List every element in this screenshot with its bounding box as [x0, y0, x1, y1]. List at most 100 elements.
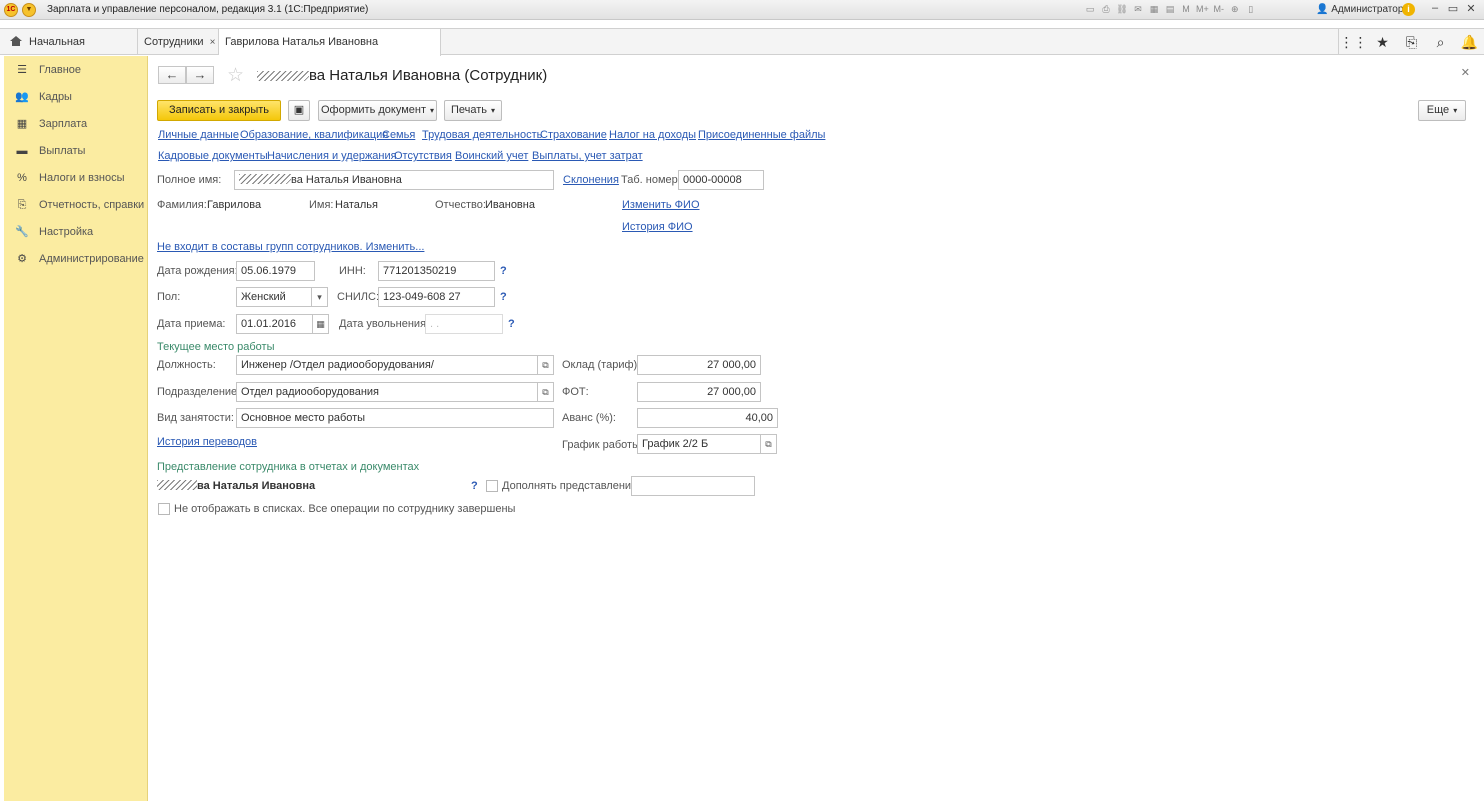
tab-employees[interactable]: Сотрудники ×	[138, 29, 219, 55]
calendar-icon[interactable]: ▦	[1148, 3, 1160, 16]
close-form-icon[interactable]: ✕	[1461, 66, 1470, 79]
patronymic-value: Ивановна	[485, 199, 535, 211]
forward-arrow-icon[interactable]: →	[186, 66, 214, 84]
sidebar-item-salary[interactable]: ▦ Зарплата	[4, 114, 148, 134]
sidebar-item-main[interactable]: ☰ Главное	[4, 60, 148, 80]
memory-icon[interactable]: M	[1180, 3, 1192, 16]
make-document-button[interactable]: Оформить документ ▾	[318, 100, 437, 121]
groups-link[interactable]: Не входит в составы групп сотрудников. И…	[157, 241, 424, 253]
tab-employee-card[interactable]: Гаврилова Наталья Ивановна (Сотрудник)×	[219, 29, 441, 74]
save-icon[interactable]: ▣	[288, 100, 310, 121]
birth-date-field[interactable]: 05.06.1979	[236, 261, 315, 281]
memory-minus-icon[interactable]: M-	[1213, 3, 1225, 16]
link-education[interactable]: Образование, квалификация	[240, 129, 388, 141]
fot-field[interactable]: 27 000,00	[637, 382, 761, 402]
position-field[interactable]: Инженер /Отдел радиооборудования/	[236, 355, 538, 375]
print-icon[interactable]: ⎙	[1100, 3, 1112, 16]
link-accruals[interactable]: Начисления и удержания	[267, 150, 397, 162]
info-icon[interactable]: i	[1402, 3, 1415, 16]
save-icon[interactable]: ▭	[1084, 3, 1096, 16]
print-button[interactable]: Печать ▾	[444, 100, 502, 121]
sidebar-item-label: Отчетность, справки	[39, 199, 145, 211]
main-menu-icon[interactable]: ▼	[22, 3, 36, 17]
help-icon[interactable]: ?	[508, 318, 515, 330]
schedule-field[interactable]: График 2/2 Б	[637, 434, 761, 454]
gender-select[interactable]: Женский	[236, 287, 312, 307]
mail-icon[interactable]: ✉	[1132, 3, 1144, 16]
close-tab-icon[interactable]: ×	[210, 37, 216, 48]
tab-number-field[interactable]: 0000-00008	[678, 170, 764, 190]
patronymic-label: Отчество:	[435, 199, 486, 211]
memory-plus-icon[interactable]: M+	[1196, 3, 1209, 16]
1c-logo-icon: 1С	[4, 3, 18, 17]
hire-date-field[interactable]: 01.01.2016	[236, 314, 313, 334]
link-personal-data[interactable]: Личные данные	[158, 129, 239, 141]
help-icon[interactable]: ?	[500, 291, 507, 303]
hide-in-lists-checkbox[interactable]	[158, 503, 170, 515]
dismissal-date-label: Дата увольнения:	[339, 318, 430, 330]
grid-menu-icon[interactable]: ⋮⋮	[1339, 29, 1368, 55]
open-icon[interactable]: ⧉	[761, 434, 777, 454]
full-name-field[interactable]: ва Наталья Ивановна	[234, 170, 554, 190]
tab-home[interactable]: Начальная страница	[0, 29, 138, 74]
link-absences[interactable]: Отсутствия	[394, 150, 452, 162]
transfers-history-link[interactable]: История переводов	[157, 436, 257, 448]
open-icon[interactable]: ⧉	[538, 355, 554, 375]
help-icon[interactable]: ?	[471, 480, 478, 492]
change-fio-link[interactable]: Изменить ФИО	[622, 199, 700, 211]
declensions-link[interactable]: Склонения	[563, 174, 619, 186]
inn-field[interactable]: 771201350219	[378, 261, 495, 281]
snils-field[interactable]: 123-049-608 27	[378, 287, 495, 307]
sections-sidebar: ☰ Главное 👥 Кадры ▦ Зарплата ▬ Выплаты % Нало…	[4, 56, 148, 801]
supplement-label: Дополнять представление	[502, 480, 638, 492]
history-icon[interactable]: ⎘	[1397, 29, 1426, 55]
more-button[interactable]: Еще ▾	[1418, 100, 1466, 121]
link-attached-files[interactable]: Присоединенные файлы	[698, 129, 825, 141]
sidebar-item-payments[interactable]: ▬ Выплаты	[4, 141, 148, 161]
link-icon[interactable]: ⛓	[1116, 3, 1128, 16]
link-hr-documents[interactable]: Кадровые документы	[158, 150, 268, 162]
current-user[interactable]: 👤 Администратор	[1316, 4, 1403, 15]
department-field[interactable]: Отдел радиооборудования	[236, 382, 538, 402]
supplement-field[interactable]	[631, 476, 755, 496]
wrench-icon: 🔧	[15, 226, 29, 238]
minimize-icon[interactable]: –	[1428, 2, 1442, 14]
sidebar-item-reports[interactable]: ⎘ Отчетность, справки	[4, 195, 148, 215]
supplement-checkbox[interactable]	[486, 480, 498, 492]
link-military[interactable]: Воинский учет	[455, 150, 528, 162]
sidebar-item-label: Настройка	[39, 226, 94, 238]
maximize-icon[interactable]: ▭	[1446, 2, 1460, 15]
zoom-icon[interactable]: ⊕	[1229, 3, 1241, 16]
save-and-close-button[interactable]: Записать и закрыть	[157, 100, 281, 121]
salary-field[interactable]: 27 000,00	[637, 355, 761, 375]
calc-icon[interactable]: ▤	[1164, 3, 1176, 16]
employment-type-label: Вид занятости:	[157, 412, 234, 424]
link-work-history[interactable]: Трудовая деятельность	[422, 129, 542, 141]
favorites-star-icon[interactable]: ★	[1368, 29, 1397, 55]
top-right-icons: ⋮⋮ ★ ⎘ ⌕ 🔔	[1338, 29, 1484, 55]
fio-history-link[interactable]: История ФИО	[622, 221, 693, 233]
link-family[interactable]: Семья	[382, 129, 415, 141]
bell-icon[interactable]: 🔔	[1455, 29, 1484, 55]
link-income-tax[interactable]: Налог на доходы	[609, 129, 696, 141]
open-icon[interactable]: ⧉	[538, 382, 554, 402]
make-document-label: Оформить документ	[320, 104, 426, 116]
close-window-icon[interactable]: ✕	[1464, 2, 1478, 15]
sidebar-item-hr[interactable]: 👥 Кадры	[4, 87, 148, 107]
help-icon[interactable]: ?	[500, 265, 507, 277]
employment-type-field[interactable]: Основное место работы	[236, 408, 554, 428]
chevron-down-icon[interactable]: ▾	[312, 287, 328, 307]
panel-icon[interactable]: ▯	[1245, 3, 1257, 16]
favorite-star-icon[interactable]: ☆	[227, 64, 244, 87]
link-payments-costs[interactable]: Выплаты, учет затрат	[532, 150, 643, 162]
redacted-mark	[257, 71, 309, 81]
advance-field[interactable]: 40,00	[637, 408, 778, 428]
link-insurance[interactable]: Страхование	[540, 129, 607, 141]
back-arrow-icon[interactable]: ←	[158, 66, 186, 84]
sidebar-item-admin[interactable]: ⚙ Администрирование	[4, 249, 148, 269]
search-icon[interactable]: ⌕	[1426, 29, 1455, 55]
wallet-icon: ▬	[16, 145, 28, 157]
calendar-icon[interactable]: ▦	[313, 314, 329, 334]
sidebar-item-settings[interactable]: 🔧 Настройка	[4, 222, 148, 242]
sidebar-item-taxes[interactable]: % Налоги и взносы	[4, 168, 148, 188]
